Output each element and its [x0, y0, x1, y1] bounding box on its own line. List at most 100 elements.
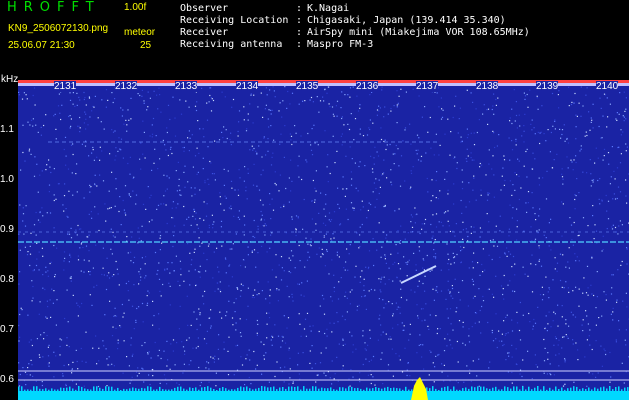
baseline-spike [84, 388, 86, 395]
baseline-spike [219, 388, 221, 395]
baseline-spike [45, 388, 47, 395]
baseline-spike [483, 386, 485, 393]
baseline-spike [492, 387, 494, 394]
baseline-spike [159, 386, 161, 393]
baseline-spike [621, 389, 623, 396]
baseline-spike [93, 386, 95, 393]
baseline-spike [198, 389, 200, 396]
baseline-spike [33, 386, 35, 393]
y-tick-label: 0.6 [0, 374, 14, 385]
baseline-spike [387, 386, 389, 393]
baseline-spike [21, 386, 23, 393]
baseline-spike [207, 386, 209, 393]
count-value: 25 [140, 40, 152, 51]
baseline-spike [174, 387, 176, 394]
baseline-spike [216, 390, 218, 396]
y-tick-label: 1.0 [0, 174, 14, 185]
baseline-spike [78, 386, 80, 392]
info-sep: : [296, 15, 303, 26]
baseline-spike [366, 387, 368, 394]
baseline-spike [195, 387, 197, 394]
baseline-spike [588, 387, 590, 394]
baseline-spike [96, 386, 98, 393]
baseline-spike [327, 388, 329, 395]
baseline-spike [282, 387, 284, 393]
baseline-spike [432, 386, 434, 393]
baseline-spike [363, 389, 365, 396]
baseline-spike [189, 387, 191, 394]
spectrogram-canvas [18, 80, 629, 400]
baseline-spike [579, 389, 581, 396]
baseline-spike [462, 388, 464, 395]
baseline-spike [75, 389, 77, 396]
x-tick-label: 2133 [175, 81, 198, 92]
baseline-spike [465, 387, 467, 394]
baseline-spike [81, 386, 83, 393]
x-tick-label: 2136 [356, 81, 379, 92]
info-sep: : [296, 3, 303, 14]
baseline-spike [201, 387, 203, 394]
spectrogram-plot [18, 80, 629, 400]
baseline-spike [342, 387, 344, 394]
baseline-spike [624, 387, 626, 394]
baseline-spike [72, 388, 74, 395]
baseline-spike [303, 386, 305, 393]
baseline-spike [384, 387, 386, 394]
baseline-spike [267, 387, 269, 394]
baseline-spike [318, 388, 320, 395]
baseline-spike [129, 388, 131, 395]
x-tick-label: 2134 [236, 81, 259, 92]
baseline-spike [276, 389, 278, 396]
baseline-spike [558, 389, 560, 395]
baseline-spike [381, 388, 383, 395]
baseline-spike [543, 386, 545, 393]
y-tick-label: 0.7 [0, 324, 14, 335]
baseline-spike [495, 386, 497, 393]
x-tick-label: 2140 [596, 81, 619, 92]
info-value-antenna: Maspro FM-3 [307, 39, 374, 50]
info-value-observer: K.Nagai [307, 3, 350, 14]
x-tick-label: 2137 [416, 81, 439, 92]
baseline-spike [549, 387, 551, 394]
baseline-spike [99, 387, 101, 394]
x-tick-label: 2138 [476, 81, 499, 92]
baseline-spike [447, 386, 449, 393]
baseline-spike [27, 389, 29, 396]
baseline-spike [429, 388, 431, 395]
baseline-spike [435, 388, 437, 395]
baseline-spike [396, 388, 398, 395]
baseline-spike [348, 386, 350, 393]
baseline-spike [486, 388, 488, 395]
baseline-spike [612, 389, 614, 396]
baseline-spike [36, 386, 38, 393]
baseline-spike [102, 388, 104, 395]
info-sep: : [296, 27, 303, 38]
y-tick-label: 1.1 [0, 124, 14, 135]
baseline-spike [114, 389, 116, 396]
baseline-spike [87, 389, 89, 396]
baseline-spike [264, 386, 266, 393]
baseline-spike [150, 386, 152, 393]
baseline-spike [249, 388, 251, 395]
baseline-spike [30, 389, 32, 396]
mode-label: meteor [124, 27, 156, 38]
info-label-location: Receiving Location [180, 15, 289, 26]
baseline-spike [117, 387, 119, 394]
baseline-spike [390, 388, 392, 394]
x-tick-label: 2135 [296, 81, 319, 92]
baseline-spike [561, 387, 563, 394]
baseline-spike [534, 387, 536, 394]
info-label-receiver: Receiver [180, 27, 229, 38]
baseline-spike [246, 386, 248, 393]
baseline-spike [90, 389, 92, 396]
meteor-echo [400, 265, 437, 284]
baseline-spike [108, 386, 110, 393]
baseline-spike [402, 389, 404, 396]
baseline-spike [240, 386, 242, 393]
baseline-spike [237, 387, 239, 394]
baseline-spike [258, 387, 260, 394]
baseline-spike [489, 388, 491, 395]
baseline-spike [141, 387, 143, 394]
baseline-spike [204, 387, 206, 393]
baseline-spike [156, 389, 158, 396]
